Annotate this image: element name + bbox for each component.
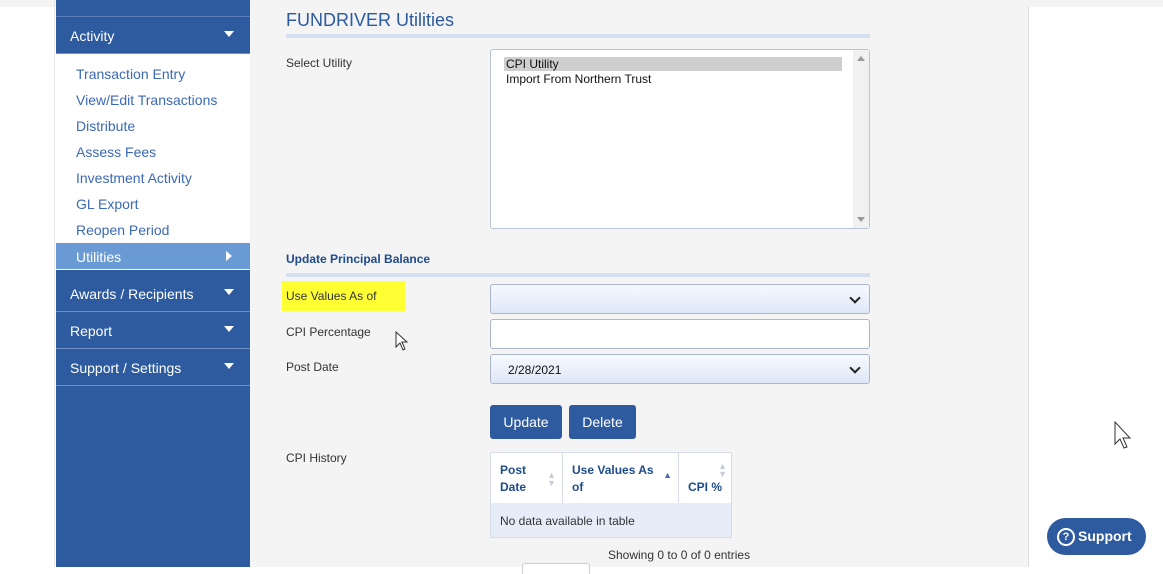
sidebar-item-label: Reopen Period bbox=[76, 222, 170, 238]
sidebar: Activity Transaction Entry View/Edit Tra… bbox=[56, 0, 250, 567]
cpi-percentage-input[interactable] bbox=[490, 319, 870, 349]
use-values-as-of-select[interactable] bbox=[490, 284, 870, 314]
column-header-use-values-as-of[interactable]: Use Values As of ▲ bbox=[563, 453, 679, 503]
left-frame-border bbox=[54, 0, 55, 567]
sidebar-cap bbox=[56, 0, 250, 17]
sidebar-section-label: Activity bbox=[70, 28, 115, 44]
column-header-label: CPI % bbox=[688, 480, 723, 494]
update-principal-balance-heading: Update Principal Balance bbox=[286, 252, 431, 266]
sidebar-section-label: Awards / Recipients bbox=[70, 286, 194, 302]
caret-down-icon bbox=[224, 289, 234, 295]
sidebar-section-activity[interactable]: Activity bbox=[56, 17, 250, 54]
caret-down-icon bbox=[224, 326, 234, 332]
select-utility-label: Select Utility bbox=[286, 56, 353, 70]
utility-option-cpi[interactable]: CPI Utility bbox=[504, 57, 842, 71]
sidebar-item-distribute[interactable]: Distribute bbox=[56, 112, 250, 138]
sidebar-item-utilities[interactable]: Utilities bbox=[56, 243, 250, 269]
table-info: Showing 0 to 0 of 0 entries bbox=[608, 548, 751, 562]
chevron-down-icon bbox=[849, 292, 861, 304]
sidebar-item-investment-activity[interactable]: Investment Activity bbox=[56, 164, 250, 190]
column-header-cpi-percent[interactable]: CPI % ▲ ▼ bbox=[679, 453, 731, 503]
caret-down-icon bbox=[224, 31, 234, 37]
cpi-history-label: CPI History bbox=[286, 451, 347, 465]
title-divider bbox=[286, 34, 870, 38]
sidebar-item-assess-fees[interactable]: Assess Fees bbox=[56, 138, 250, 164]
sidebar-item-label: Investment Activity bbox=[76, 170, 192, 186]
scroll-down-icon[interactable] bbox=[857, 217, 865, 222]
sidebar-item-view-edit-transactions[interactable]: View/Edit Transactions bbox=[56, 86, 250, 112]
sidebar-section-label: Support / Settings bbox=[70, 360, 182, 376]
delete-button[interactable]: Delete bbox=[569, 405, 636, 439]
scroll-up-icon[interactable] bbox=[857, 56, 865, 61]
sort-icon: ▲ ▼ bbox=[718, 461, 727, 479]
activity-submenu: Transaction Entry View/Edit Transactions… bbox=[56, 54, 250, 270]
sidebar-section-report[interactable]: Report bbox=[56, 312, 250, 349]
sort-icon: ▲ ▼ bbox=[547, 470, 556, 488]
sidebar-item-label: View/Edit Transactions bbox=[76, 92, 218, 108]
empty-table-message: No data available in table bbox=[500, 514, 635, 528]
utility-option-northern-trust[interactable]: Import From Northern Trust bbox=[504, 72, 842, 86]
post-date-label: Post Date bbox=[286, 360, 339, 374]
update-button[interactable]: Update bbox=[490, 405, 562, 439]
page-title: FUNDRIVER Utilities bbox=[286, 10, 455, 30]
sidebar-item-label: Assess Fees bbox=[76, 144, 157, 160]
main-panel: FUNDRIVER Utilities Select Utility CPI U… bbox=[250, 7, 1029, 574]
select-value: 2/28/2021 bbox=[508, 363, 562, 377]
support-button-label: Support bbox=[1078, 528, 1132, 544]
help-icon: ? bbox=[1057, 528, 1075, 546]
sidebar-item-gl-export[interactable]: GL Export bbox=[56, 190, 250, 216]
sidebar-item-transaction-entry[interactable]: Transaction Entry bbox=[56, 60, 250, 86]
sidebar-item-label: GL Export bbox=[76, 196, 139, 212]
listbox-scrollbar[interactable] bbox=[853, 50, 869, 228]
caret-down-icon bbox=[224, 363, 234, 369]
sidebar-section-awards-recipients[interactable]: Awards / Recipients bbox=[56, 275, 250, 312]
column-header-label: Post Date bbox=[500, 463, 527, 494]
use-values-as-of-label: Use Values As of bbox=[286, 289, 377, 303]
sidebar-section-label: Report bbox=[70, 323, 113, 339]
column-header-post-date[interactable]: Post Date ▲ ▼ bbox=[491, 453, 563, 503]
table-empty-row: No data available in table bbox=[491, 503, 731, 537]
cpi-history-table: Post Date ▲ ▼ Use Values As of ▲ CPI % ▲ ▼… bbox=[490, 452, 732, 538]
caret-right-icon bbox=[226, 251, 232, 261]
cpi-percentage-label: CPI Percentage bbox=[286, 325, 371, 339]
sidebar-section-support-settings[interactable]: Support / Settings bbox=[56, 349, 250, 386]
sort-ascending-icon: ▲ bbox=[663, 470, 672, 480]
sidebar-item-label: Distribute bbox=[76, 118, 136, 134]
section-divider bbox=[286, 273, 870, 277]
pagination-control[interactable] bbox=[522, 563, 590, 574]
sidebar-item-label: Utilities bbox=[76, 249, 122, 265]
chevron-down-icon bbox=[849, 362, 861, 374]
post-date-select[interactable]: 2/28/2021 bbox=[490, 354, 870, 384]
support-button[interactable]: ? Support bbox=[1047, 518, 1146, 555]
sidebar-item-label: Transaction Entry bbox=[76, 66, 186, 82]
sidebar-item-reopen-period[interactable]: Reopen Period bbox=[56, 216, 250, 242]
column-header-label: Use Values As of bbox=[572, 463, 654, 494]
utility-listbox[interactable]: CPI Utility Import From Northern Trust bbox=[490, 49, 870, 229]
